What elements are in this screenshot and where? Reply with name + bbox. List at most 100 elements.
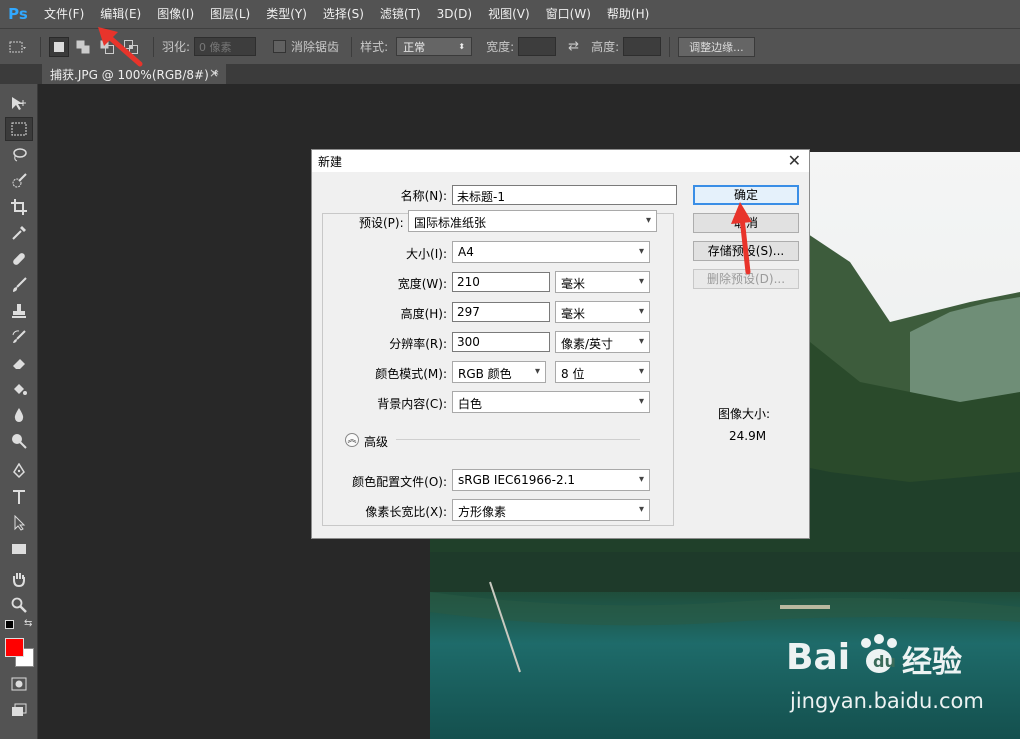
add-selection-icon[interactable]	[73, 37, 93, 57]
chevron-down-icon: ▾	[645, 215, 651, 226]
size-value: A4	[458, 245, 474, 259]
size-select[interactable]: A4 ▾	[452, 241, 650, 263]
height-unit-value: 毫米	[561, 307, 586, 321]
menu-view[interactable]: 视图(V)	[480, 0, 538, 28]
intersect-selection-icon[interactable]	[121, 37, 141, 57]
baidu-jingyan-watermark: Bai du 经验 jingyan.baidu.com	[780, 625, 1020, 739]
default-colors-icon[interactable]	[5, 620, 14, 629]
separator	[351, 36, 353, 57]
rectangle-tool-icon[interactable]	[5, 537, 33, 561]
chevron-down-icon: ▾	[638, 504, 644, 515]
color-mode-select[interactable]: RGB 颜色 ▾	[452, 361, 546, 383]
options-bar: 羽化: 0 像素 消除锯齿 样式: 正常 ⬍ 宽度: ⇄ 高度: 调整边缘...	[0, 28, 1020, 64]
svg-text:du: du	[873, 652, 896, 671]
paint-bucket-tool-icon[interactable]	[5, 377, 33, 401]
menu-filter[interactable]: 滤镜(T)	[372, 0, 429, 28]
save-preset-button[interactable]: 存储预设(S)...	[693, 241, 799, 261]
quick-mask-icon[interactable]	[5, 672, 33, 696]
menu-layer[interactable]: 图层(L)	[202, 0, 258, 28]
advanced-label: 高级	[364, 435, 389, 449]
chevron-down-icon: ▾	[638, 306, 644, 317]
preset-label: 预设(P):	[356, 214, 407, 231]
subtract-selection-icon[interactable]	[97, 37, 117, 57]
separator	[153, 36, 154, 57]
menu-bar: Ps 文件(F) 编辑(E) 图像(I) 图层(L) 类型(Y) 选择(S) 滤…	[0, 0, 1020, 28]
document-tab[interactable]: 捕获.JPG @ 100%(RGB/8#) * ×	[42, 64, 226, 84]
preset-select[interactable]: 国际标准纸张 ▾	[408, 210, 657, 232]
swap-colors-icon[interactable]: ⇆	[24, 618, 32, 629]
style-value: 正常	[403, 40, 426, 54]
advanced-divider	[396, 439, 640, 440]
width-field[interactable]: 210	[452, 272, 550, 292]
eraser-tool-icon[interactable]	[5, 351, 33, 375]
width-unit-select[interactable]: 毫米 ▾	[555, 271, 650, 293]
bit-depth-select[interactable]: 8 位 ▾	[555, 361, 650, 383]
color-profile-select[interactable]: sRGB IEC61966-2.1 ▾	[452, 469, 650, 491]
height-unit-select[interactable]: 毫米 ▾	[555, 301, 650, 323]
chevron-down-icon: ▾	[638, 276, 644, 287]
close-icon[interactable]: ✕	[788, 151, 801, 170]
close-tab-icon[interactable]: ×	[209, 66, 219, 80]
pen-tool-icon[interactable]	[5, 459, 33, 483]
photoshop-logo: Ps	[0, 0, 36, 28]
updown-icon: ⬍	[458, 42, 466, 51]
marquee-preset-icon[interactable]	[8, 37, 28, 57]
width-label: 宽度(W):	[397, 277, 447, 291]
quick-selection-tool-icon[interactable]	[5, 169, 33, 193]
dialog-titlebar[interactable]: 新建 ✕	[312, 150, 809, 172]
menu-select[interactable]: 选择(S)	[315, 0, 372, 28]
chevron-down-icon: ▾	[638, 396, 644, 407]
menu-type[interactable]: 类型(Y)	[258, 0, 315, 28]
antialias-checkbox[interactable]	[273, 40, 287, 53]
menu-file[interactable]: 文件(F)	[36, 0, 92, 28]
height-field[interactable]: 297	[452, 302, 550, 322]
color-profile-label: 颜色配置文件(O):	[352, 475, 447, 489]
lasso-tool-icon[interactable]	[5, 143, 33, 167]
menu-3d[interactable]: 3D(D)	[429, 0, 480, 28]
resolution-field[interactable]: 300	[452, 332, 550, 352]
feather-input[interactable]: 0 像素	[194, 37, 257, 56]
refine-edge-button[interactable]: 调整边缘...	[678, 36, 755, 57]
background-select[interactable]: 白色 ▾	[452, 391, 650, 413]
screen-mode-icon[interactable]	[5, 698, 33, 722]
move-tool-icon[interactable]	[5, 91, 33, 115]
name-field[interactable]: 未标题-1	[452, 185, 677, 205]
clone-stamp-tool-icon[interactable]	[5, 299, 33, 323]
pixel-aspect-select[interactable]: 方形像素 ▾	[452, 499, 650, 521]
new-selection-icon[interactable]	[49, 36, 69, 57]
foreground-color-swatch[interactable]	[5, 638, 24, 657]
size-label: 大小(I):	[406, 247, 447, 261]
healing-brush-tool-icon[interactable]	[5, 247, 33, 271]
blur-tool-icon[interactable]	[5, 403, 33, 427]
menu-help[interactable]: 帮助(H)	[599, 0, 657, 28]
rectangular-marquee-tool-icon[interactable]	[5, 117, 33, 141]
path-selection-tool-icon[interactable]	[5, 511, 33, 535]
height-input[interactable]	[623, 37, 662, 56]
antialias-label: 消除锯齿	[291, 40, 340, 54]
menu-window[interactable]: 窗口(W)	[538, 0, 599, 28]
dodge-tool-icon[interactable]	[5, 429, 33, 453]
eyedropper-tool-icon[interactable]	[5, 221, 33, 245]
hand-tool-icon[interactable]	[5, 567, 33, 591]
width-label: 宽度:	[486, 40, 515, 54]
separator	[40, 36, 41, 57]
feather-label: 羽化:	[162, 40, 191, 54]
zoom-tool-icon[interactable]	[5, 593, 33, 617]
brush-tool-icon[interactable]	[5, 273, 33, 297]
color-profile-value: sRGB IEC61966-2.1	[458, 473, 576, 487]
ok-button[interactable]: 确定	[693, 185, 799, 205]
history-brush-tool-icon[interactable]	[5, 325, 33, 349]
style-select[interactable]: 正常 ⬍	[396, 37, 473, 56]
crop-tool-icon[interactable]	[5, 195, 33, 219]
color-mode-value: RGB 颜色	[458, 367, 512, 381]
resolution-unit-value: 像素/英寸	[561, 337, 614, 351]
menu-edit[interactable]: 编辑(E)	[92, 0, 149, 28]
resolution-unit-select[interactable]: 像素/英寸 ▾	[555, 331, 650, 353]
cancel-button[interactable]: 取消	[693, 213, 799, 233]
advanced-toggle-icon[interactable]: ︽	[345, 433, 359, 447]
swap-icon[interactable]: ⇄	[568, 39, 579, 54]
chevron-down-icon: ▾	[638, 336, 644, 347]
width-input[interactable]	[518, 37, 557, 56]
menu-image[interactable]: 图像(I)	[149, 0, 202, 28]
type-tool-icon[interactable]	[5, 485, 33, 509]
